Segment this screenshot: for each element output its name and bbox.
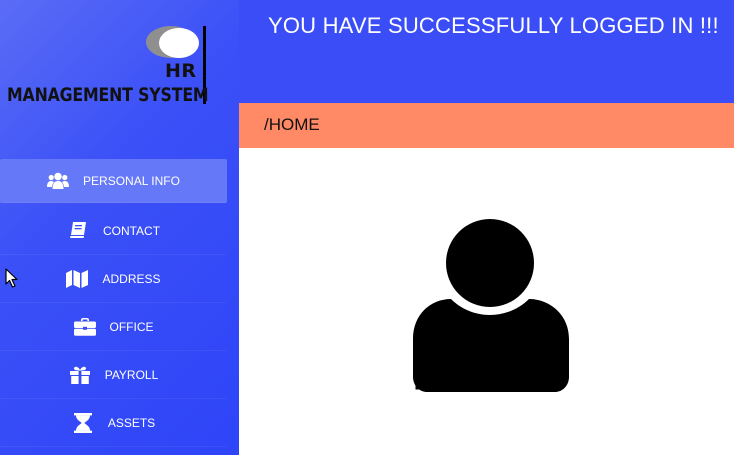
main-content — [239, 148, 734, 455]
logo-top-text: HR — [165, 60, 197, 82]
sidebar-item-contact[interactable]: CONTACT — [0, 207, 227, 255]
logo-shape-light — [159, 28, 199, 58]
sidebar-menu: PERSONAL INFO CONTACT ADDRESS OFFICE PAY… — [0, 159, 227, 447]
map-icon — [66, 268, 89, 290]
breadcrumb-path: /HOME — [264, 115, 320, 134]
user-avatar-icon — [411, 219, 571, 392]
hourglass-icon — [72, 412, 94, 434]
sidebar-item-label: ADDRESS — [102, 271, 161, 286]
sidebar-item-label: PAYROLL — [104, 367, 159, 382]
top-header: YOU HAVE SUCCESSFULLY LOGGED IN !!! — [239, 0, 734, 103]
sidebar: HR MANAGEMENT SYSTEM PERSONAL INFO CONTA… — [0, 0, 239, 455]
sidebar-item-label: ASSETS — [107, 415, 156, 430]
sidebar-item-label: OFFICE — [109, 319, 154, 334]
app-logo: HR MANAGEMENT SYSTEM — [6, 24, 211, 108]
users-icon — [47, 170, 70, 192]
sidebar-item-assets[interactable]: ASSETS — [0, 399, 227, 447]
mouse-cursor-icon — [5, 268, 18, 288]
sidebar-item-payroll[interactable]: PAYROLL — [0, 351, 227, 399]
sidebar-item-personal-info[interactable]: PERSONAL INFO — [0, 159, 227, 203]
sidebar-item-address[interactable]: ADDRESS — [0, 255, 227, 303]
login-success-message: YOU HAVE SUCCESSFULLY LOGGED IN !!! — [268, 13, 719, 38]
briefcase-icon — [73, 316, 96, 338]
sidebar-item-office[interactable]: OFFICE — [0, 303, 227, 351]
sidebar-item-label: CONTACT — [102, 223, 161, 238]
logo-bottom-text: MANAGEMENT SYSTEM — [7, 84, 209, 106]
breadcrumb: /HOME — [239, 103, 734, 148]
gift-icon — [69, 364, 91, 386]
sidebar-item-label: PERSONAL INFO — [83, 173, 180, 188]
book-icon — [67, 220, 89, 242]
